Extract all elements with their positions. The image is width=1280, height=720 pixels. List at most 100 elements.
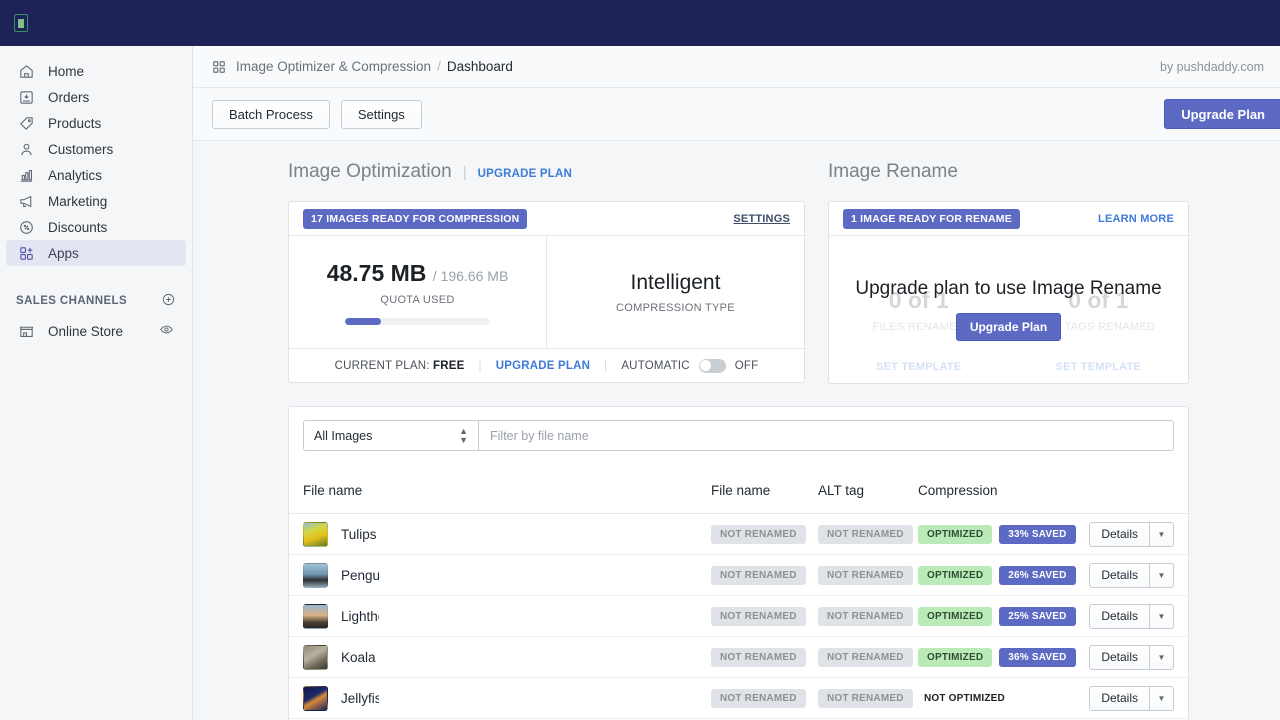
- current-plan-value: FREE: [433, 360, 464, 372]
- lighthouse-thumbnail: [303, 604, 328, 629]
- chevron-down-icon[interactable]: ▼: [1149, 564, 1173, 587]
- details-split-button[interactable]: Details▼: [1089, 563, 1174, 588]
- discount-badge-icon: [16, 217, 36, 237]
- quota-label: QUOTA USED: [380, 294, 454, 306]
- tulips-thumbnail: [303, 522, 328, 547]
- cell-actions: Details▼: [1081, 604, 1174, 629]
- image-filter-value: All Images: [314, 429, 372, 443]
- details-button[interactable]: Details: [1090, 646, 1149, 669]
- file-name-text: Penguins: [341, 568, 379, 583]
- sidebar-item-label: Customers: [48, 142, 113, 157]
- details-button[interactable]: Details: [1090, 605, 1149, 628]
- batch-process-button[interactable]: Batch Process: [212, 100, 330, 129]
- footer-divider-1: |: [479, 360, 482, 372]
- rename-status-badge: NOT RENAMED: [711, 607, 806, 626]
- optimization-stats: 48.75 MB / 196.66 MB QUOTA USED Intellig…: [289, 236, 804, 348]
- sidebar-item-analytics[interactable]: Analytics: [6, 162, 186, 188]
- file-name-filter-input[interactable]: Filter by file name: [479, 421, 1173, 450]
- sidebar-item-discounts[interactable]: Discounts: [6, 214, 186, 240]
- table-row[interactable]: LighthouseNOT RENAMEDNOT RENAMEDOPTIMIZE…: [289, 596, 1188, 637]
- cell-file-name: Penguins: [303, 563, 711, 588]
- cell-alt-status: NOT RENAMED: [818, 565, 918, 585]
- rename-status-badge: NOT RENAMED: [711, 525, 806, 544]
- rename-upgrade-button[interactable]: Upgrade Plan: [956, 313, 1061, 341]
- sidebar-nav-list: Home Orders Products Customers Analytics: [0, 58, 192, 266]
- image-optimization-section: Image Optimization | UPGRADE PLAN 17 IMA…: [288, 161, 805, 384]
- details-button[interactable]: Details: [1090, 687, 1149, 710]
- penguins-thumbnail: [303, 563, 328, 588]
- jellyfish-thumbnail: [303, 686, 328, 711]
- file-name-text: Lighthouse: [341, 609, 379, 624]
- sidebar-item-orders[interactable]: Orders: [6, 84, 186, 110]
- sidebar-item-label: Products: [48, 116, 101, 131]
- table-row[interactable]: PenguinsNOT RENAMEDNOT RENAMEDOPTIMIZED2…: [289, 555, 1188, 596]
- rename-card-body: 0 of 1 FILES RENAMED 0 of 1 ALT TAGS REN…: [829, 236, 1188, 383]
- image-filter-select[interactable]: All Images ▲▼: [304, 421, 479, 450]
- sidebar-item-online-store[interactable]: Online Store: [6, 318, 186, 344]
- settings-button[interactable]: Settings: [341, 100, 422, 129]
- action-bar: Batch Process Settings Upgrade Plan: [193, 88, 1280, 141]
- images-ready-rename-badge: 1 IMAGE READY FOR RENAME: [843, 209, 1020, 229]
- sidebar-item-label: Home: [48, 64, 84, 79]
- alt-status-badge: NOT RENAMED: [818, 648, 913, 667]
- sidebar-item-home[interactable]: Home: [6, 58, 186, 84]
- table-row[interactable]: TulipsNOT RENAMEDNOT RENAMEDOPTIMIZED33%…: [289, 514, 1188, 555]
- sidebar-item-label: Apps: [48, 246, 79, 261]
- table-row[interactable]: JellyfishNOT RENAMEDNOT RENAMEDNOT OPTIM…: [289, 678, 1188, 719]
- updown-caret-icon: ▲▼: [459, 427, 468, 445]
- automatic-toggle[interactable]: [699, 359, 726, 373]
- details-button[interactable]: Details: [1090, 564, 1149, 587]
- quota-stat: 48.75 MB / 196.66 MB QUOTA USED: [289, 236, 546, 348]
- details-split-button[interactable]: Details▼: [1089, 522, 1174, 547]
- compression-status-badge: OPTIMIZED: [918, 566, 992, 585]
- table-row[interactable]: KoalaNOT RENAMEDNOT RENAMEDOPTIMIZED36% …: [289, 637, 1188, 678]
- chevron-down-icon[interactable]: ▼: [1149, 646, 1173, 669]
- details-split-button[interactable]: Details▼: [1089, 686, 1174, 711]
- sidebar-item-products[interactable]: Products: [6, 110, 186, 136]
- learn-more-link[interactable]: LEARN MORE: [1098, 213, 1174, 225]
- details-split-button[interactable]: Details▼: [1089, 604, 1174, 629]
- cell-rename-status: NOT RENAMED: [711, 565, 818, 585]
- details-button[interactable]: Details: [1090, 523, 1149, 546]
- chevron-down-icon[interactable]: ▼: [1149, 523, 1173, 546]
- orders-inbox-icon: [16, 87, 36, 107]
- chevron-down-icon[interactable]: ▼: [1149, 605, 1173, 628]
- cell-file-name: Koala: [303, 645, 711, 670]
- sidebar-item-label: Orders: [48, 90, 89, 105]
- rename-status-badge: NOT RENAMED: [711, 689, 806, 708]
- image-rename-title-row: Image Rename: [828, 161, 1189, 185]
- shopify-bag-icon[interactable]: [14, 14, 28, 32]
- current-plan-prefix: CURRENT PLAN:: [335, 360, 430, 372]
- section-title: Image Optimization: [288, 161, 452, 183]
- cell-rename-status: NOT RENAMED: [711, 606, 818, 626]
- settings-link[interactable]: SETTINGS: [733, 213, 790, 225]
- plus-circle-icon[interactable]: [161, 292, 176, 310]
- chevron-down-icon[interactable]: ▼: [1149, 687, 1173, 710]
- sidebar-item-marketing[interactable]: Marketing: [6, 188, 186, 214]
- quota-used-value: 48.75 MB / 196.66 MB: [327, 260, 509, 287]
- upgrade-plan-link[interactable]: UPGRADE PLAN: [478, 168, 572, 180]
- compression-status-badge: OPTIMIZED: [918, 607, 992, 626]
- saved-percent-badge: 26% SAVED: [999, 566, 1075, 585]
- breadcrumb-bar: Image Optimizer & Compression / Dashboar…: [193, 46, 1280, 88]
- sidebar-item-customers[interactable]: Customers: [6, 136, 186, 162]
- breadcrumb-app-link[interactable]: Image Optimizer & Compression: [236, 59, 431, 74]
- title-separator: |: [463, 164, 467, 181]
- automatic-state: OFF: [735, 360, 759, 372]
- file-name-text: Tulips: [341, 527, 377, 542]
- sidebar-item-label: Discounts: [48, 220, 107, 235]
- saved-percent-badge: 25% SAVED: [999, 607, 1075, 626]
- cell-rename-status: NOT RENAMED: [711, 688, 818, 708]
- eye-icon[interactable]: [159, 322, 174, 340]
- cell-rename-status: NOT RENAMED: [711, 647, 818, 667]
- compression-status-badge: NOT OPTIMIZED: [918, 689, 1011, 708]
- sidebar-item-apps[interactable]: Apps: [6, 240, 186, 266]
- details-split-button[interactable]: Details▼: [1089, 645, 1174, 670]
- breadcrumb-current: Dashboard: [447, 59, 513, 74]
- footer-upgrade-plan-link[interactable]: UPGRADE PLAN: [496, 360, 590, 372]
- cell-compression: NOT OPTIMIZED: [918, 689, 1081, 708]
- filter-controls: All Images ▲▼ Filter by file name: [303, 420, 1174, 451]
- upgrade-plan-button[interactable]: Upgrade Plan: [1164, 99, 1280, 129]
- filter-row: All Images ▲▼ Filter by file name: [289, 407, 1188, 451]
- section-title: Image Rename: [828, 161, 958, 183]
